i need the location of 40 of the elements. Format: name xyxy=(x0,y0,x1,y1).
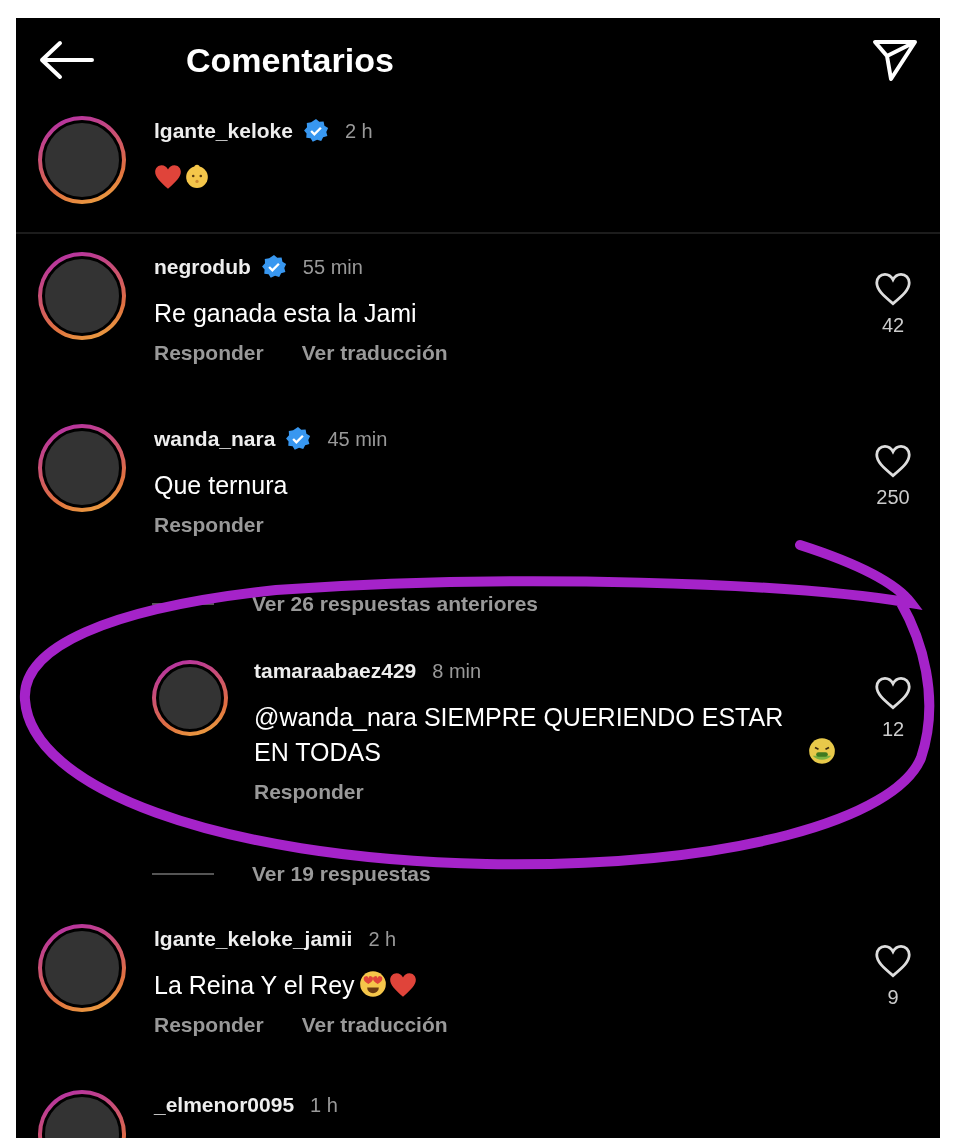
comment-time: 55 min xyxy=(302,255,363,279)
username[interactable]: lgante_keloke_jamii xyxy=(154,927,353,951)
comment-text: @wanda_nara SIEMPRE QUERIENDO ESTAR EN TODAS xyxy=(254,702,785,768)
username[interactable]: _elmenor0095 xyxy=(154,1093,295,1117)
username[interactable]: lgante_keloke xyxy=(154,119,293,143)
comment-action-link[interactable]: Responder xyxy=(154,513,264,537)
like-count: 250 xyxy=(876,486,910,509)
back-arrow-icon[interactable] xyxy=(38,40,94,80)
comment-action-link[interactable]: Responder xyxy=(254,780,364,804)
screen-title: Comentarios xyxy=(186,40,395,80)
like-count: 9 xyxy=(887,986,899,1009)
comment-action-link[interactable]: Ver traducción xyxy=(301,1013,448,1037)
comment-time: 2 h xyxy=(344,119,373,143)
like-heart-icon[interactable] xyxy=(874,944,912,978)
comment-text: Que ternura xyxy=(154,471,288,499)
like-count: 42 xyxy=(881,314,905,337)
send-icon[interactable] xyxy=(872,38,918,82)
like-heart-icon[interactable] xyxy=(874,272,912,306)
comment-action-link[interactable]: Responder xyxy=(154,1013,264,1037)
comment-text: La Reina Y el Rey xyxy=(154,971,355,999)
heart-emoji-icon xyxy=(154,164,182,190)
like-heart-icon[interactable] xyxy=(874,676,912,710)
heart-eyes-emoji-icon xyxy=(358,970,387,998)
comment-time: 2 h xyxy=(368,927,397,951)
comment-time: 45 min xyxy=(327,427,388,451)
comment-action-link[interactable]: Ver traducción xyxy=(301,341,448,365)
view-replies-link[interactable]: Ver 19 respuestas xyxy=(252,862,431,886)
username[interactable]: wanda_nara xyxy=(154,427,276,451)
comment-action-link[interactable]: Responder xyxy=(154,341,264,365)
heart-emoji-icon xyxy=(388,972,417,998)
username[interactable]: negrodub xyxy=(154,255,251,279)
view-replies-link[interactable]: Ver 26 respuestas anteriores xyxy=(252,592,538,616)
comment-time: 1 h xyxy=(310,1093,338,1117)
nauseated-face-emoji-icon xyxy=(808,737,836,765)
like-count: 12 xyxy=(881,718,905,741)
comment-text: Re ganada esta la Jami xyxy=(154,299,417,327)
comment-time: 8 min xyxy=(432,659,482,683)
like-heart-icon[interactable] xyxy=(874,444,912,478)
username[interactable]: tamaraabaez429 xyxy=(254,659,417,683)
baby-face-emoji-icon xyxy=(184,162,210,190)
